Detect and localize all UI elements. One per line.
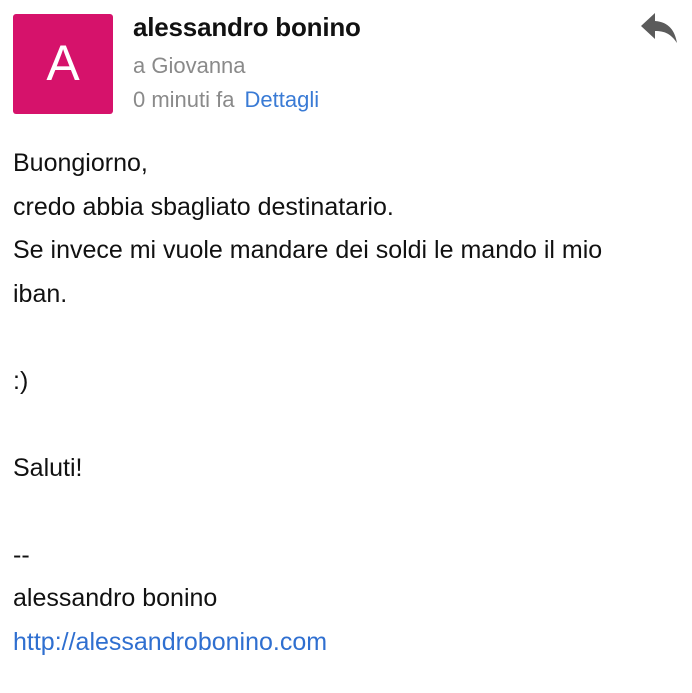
sender-name: alessandro bonino [133,12,361,42]
reply-button[interactable] [638,10,680,46]
details-link[interactable]: Dettagli [245,87,320,112]
body-emoticon: :) [13,366,29,395]
body-line: Se invece mi vuole mandare dei soldi le … [13,236,603,264]
avatar-letter: A [46,35,80,91]
message-body: Buongiorno, credo abbia sbagliato destin… [13,142,683,664]
recipient-label: a Giovanna [133,53,246,78]
reply-arrow-icon [641,13,677,43]
body-greeting: Buongiorno, [13,149,148,177]
body-line: iban. [13,279,68,308]
timestamp: 0 minuti fa [133,87,235,112]
sender-avatar: A [13,14,113,114]
body-line: credo abbia sbagliato destinatario. [13,192,394,221]
signature-separator: -- [13,540,30,569]
signature-link[interactable]: http://alessandrobonino.com [13,621,683,665]
body-closing: Saluti! [13,453,83,482]
meta-row: 0 minuti fa Dettagli [133,87,319,113]
signature-name: alessandro bonino [13,584,218,612]
